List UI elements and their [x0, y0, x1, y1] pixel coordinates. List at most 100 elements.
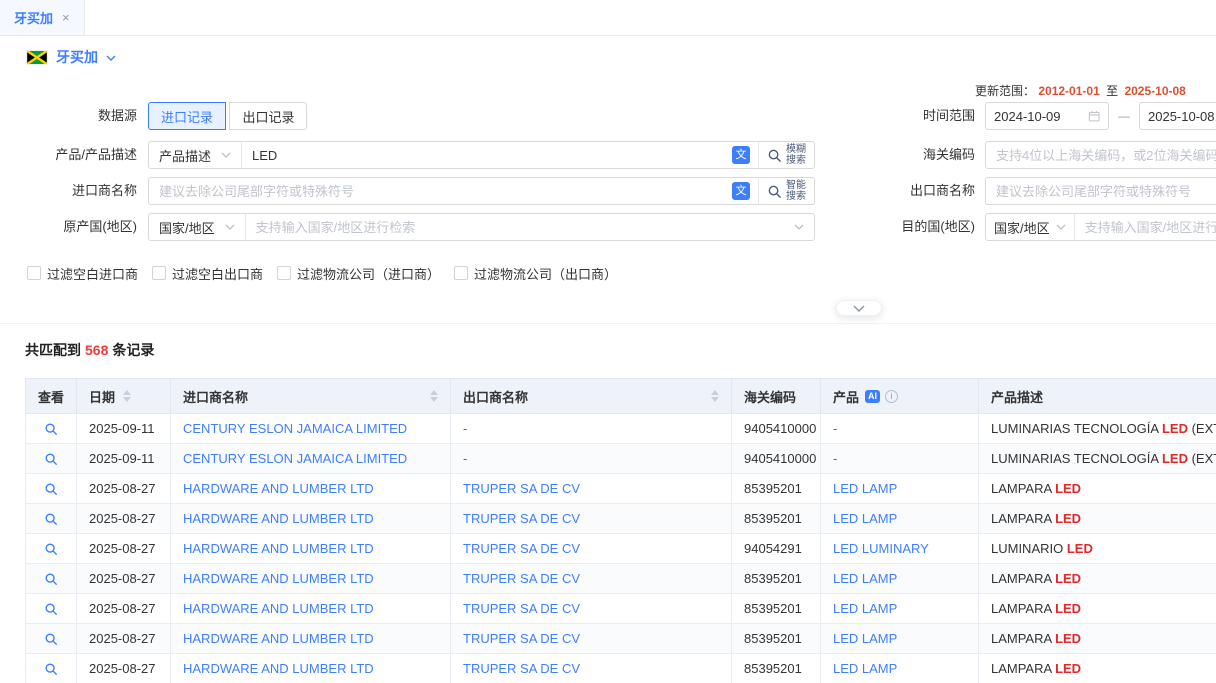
table-row: 2025-08-27 HARDWARE AND LUMBER LTD TRUPE…: [26, 564, 1216, 594]
product-link: -: [833, 421, 837, 436]
data-source-toggle: 进口记录 出口记录: [148, 102, 307, 130]
destination-group: 国家/地区: [985, 213, 1216, 241]
destination-input[interactable]: [1085, 220, 1216, 235]
filter-logistics-exporter-checkbox[interactable]: 过滤物流公司（出口商）: [454, 264, 617, 283]
exporter-link[interactable]: TRUPER SA DE CV: [463, 541, 580, 556]
view-record-icon[interactable]: [44, 602, 58, 616]
table-row: 2025-08-27 HARDWARE AND LUMBER LTD TRUPE…: [26, 624, 1216, 654]
info-icon[interactable]: i: [885, 390, 898, 403]
col-product: 产品 AI i: [821, 379, 979, 414]
importer-input-wrap: [149, 184, 732, 199]
product-link[interactable]: LED LAMP: [833, 601, 897, 616]
smart-search-button[interactable]: 智能 搜索: [758, 178, 814, 204]
table-header-row: 查看 日期 进口商名称 出口商名称: [26, 379, 1216, 414]
importer-link[interactable]: HARDWARE AND LUMBER LTD: [183, 481, 374, 496]
col-importer: 进口商名称: [171, 379, 451, 414]
filter-blank-exporter-checkbox[interactable]: 过滤空白出口商: [152, 264, 263, 283]
translate-icon[interactable]: 文: [732, 182, 750, 200]
sort-date[interactable]: [123, 390, 131, 402]
importer-link[interactable]: HARDWARE AND LUMBER LTD: [183, 631, 374, 646]
ai-badge: AI: [865, 390, 880, 403]
product-link[interactable]: LED LUMINARY: [833, 541, 929, 556]
description-cell: LUMINARIAS TECNOLOGÍA LED (EXT: [979, 414, 1216, 444]
exporter-link[interactable]: TRUPER SA DE CV: [463, 631, 580, 646]
origin-input[interactable]: [256, 220, 784, 235]
origin-type-select[interactable]: 国家/地区: [149, 214, 246, 240]
view-record-icon[interactable]: [44, 542, 58, 556]
importer-input[interactable]: [159, 184, 722, 199]
product-link[interactable]: LED LAMP: [833, 661, 897, 676]
date-to-input[interactable]: [1139, 102, 1216, 130]
importer-link[interactable]: HARDWARE AND LUMBER LTD: [183, 511, 374, 526]
update-range-from: 2012-01-01: [1038, 84, 1099, 98]
product-link[interactable]: LED LAMP: [833, 511, 897, 526]
table-row: 2025-09-11 CENTURY ESLON JAMAICA LIMITED…: [26, 414, 1216, 444]
translate-icon[interactable]: 文: [732, 146, 750, 164]
sort-exporter[interactable]: [711, 390, 719, 402]
product-input[interactable]: [252, 148, 722, 163]
destination-type-select[interactable]: 国家/地区: [986, 214, 1075, 240]
view-record-icon[interactable]: [44, 482, 58, 496]
view-record-icon[interactable]: [44, 422, 58, 436]
product-link[interactable]: LED LAMP: [833, 481, 897, 496]
view-record-icon[interactable]: [44, 512, 58, 526]
date-cell: 2025-09-11: [77, 414, 171, 444]
view-record-icon[interactable]: [44, 662, 58, 676]
time-range-control: —: [985, 102, 1216, 130]
importer-label: 进口商名称: [0, 177, 137, 205]
view-record-icon[interactable]: [44, 452, 58, 466]
export-records-button[interactable]: 出口记录: [229, 102, 307, 130]
description-cell: LUMINARIAS TECNOLOGÍA LED (EXT: [979, 444, 1216, 474]
tab-close-icon[interactable]: ×: [62, 11, 70, 24]
product-field-select[interactable]: 产品描述: [149, 142, 242, 168]
importer-link[interactable]: CENTURY ESLON JAMAICA LIMITED: [183, 451, 407, 466]
product-link[interactable]: LED LAMP: [833, 571, 897, 586]
importer-link[interactable]: HARDWARE AND LUMBER LTD: [183, 601, 374, 616]
description-cell: LUMINARIO LED: [979, 534, 1216, 564]
product-link[interactable]: LED LAMP: [833, 631, 897, 646]
fuzzy-search-button[interactable]: 模糊 搜索: [758, 142, 814, 168]
exporter-input[interactable]: [996, 184, 1216, 199]
filter-row-4: 原产国(地区) 国家/地区 目的国(地区) 国家/地区: [0, 213, 1216, 241]
checkbox-icon: [277, 266, 291, 280]
hs-code-cell: 85395201: [732, 564, 821, 594]
collapse-filter-button[interactable]: [836, 300, 882, 316]
destination-label: 目的国(地区): [845, 213, 975, 241]
exporter-label: 出口商名称: [845, 177, 975, 205]
country-title: 牙买加: [56, 47, 98, 67]
tab-jamaica[interactable]: 牙买加 ×: [0, 0, 85, 35]
hs-code-cell: 85395201: [732, 504, 821, 534]
date-cell: 2025-08-27: [77, 474, 171, 504]
exporter-link[interactable]: TRUPER SA DE CV: [463, 661, 580, 676]
sort-importer[interactable]: [430, 390, 438, 402]
filter-logistics-importer-checkbox[interactable]: 过滤物流公司（进口商）: [277, 264, 440, 283]
date-from-input[interactable]: [985, 102, 1109, 130]
chevron-down-icon[interactable]: [794, 224, 814, 230]
hs-code-cell: 85395201: [732, 474, 821, 504]
importer-link[interactable]: CENTURY ESLON JAMAICA LIMITED: [183, 421, 407, 436]
date-separator: —: [1118, 109, 1130, 123]
table-row: 2025-08-27 HARDWARE AND LUMBER LTD TRUPE…: [26, 534, 1216, 564]
importer-link[interactable]: HARDWARE AND LUMBER LTD: [183, 661, 374, 676]
import-records-button[interactable]: 进口记录: [148, 102, 226, 130]
description-cell: LAMPARA LED: [979, 504, 1216, 534]
table-row: 2025-08-27 HARDWARE AND LUMBER LTD TRUPE…: [26, 654, 1216, 683]
exporter-link[interactable]: TRUPER SA DE CV: [463, 511, 580, 526]
exporter-link[interactable]: TRUPER SA DE CV: [463, 481, 580, 496]
hs-code-input[interactable]: [996, 148, 1216, 163]
exporter-link[interactable]: TRUPER SA DE CV: [463, 601, 580, 616]
importer-link[interactable]: HARDWARE AND LUMBER LTD: [183, 571, 374, 586]
hs-code-cell: 85395201: [732, 594, 821, 624]
checkbox-icon: [152, 266, 166, 280]
origin-label: 原产国(地区): [0, 213, 137, 241]
country-chevron-down-icon[interactable]: [106, 55, 116, 61]
exporter-link[interactable]: TRUPER SA DE CV: [463, 571, 580, 586]
exporter-input-wrap: [985, 177, 1216, 205]
hs-code-label: 海关编码: [845, 141, 975, 169]
importer-link[interactable]: HARDWARE AND LUMBER LTD: [183, 541, 374, 556]
view-record-icon[interactable]: [44, 572, 58, 586]
filter-blank-importer-checkbox[interactable]: 过滤空白进口商: [27, 264, 138, 283]
results-summary: 共匹配到568条记录: [25, 340, 1216, 360]
tab-label: 牙买加: [14, 8, 53, 27]
view-record-icon[interactable]: [44, 632, 58, 646]
